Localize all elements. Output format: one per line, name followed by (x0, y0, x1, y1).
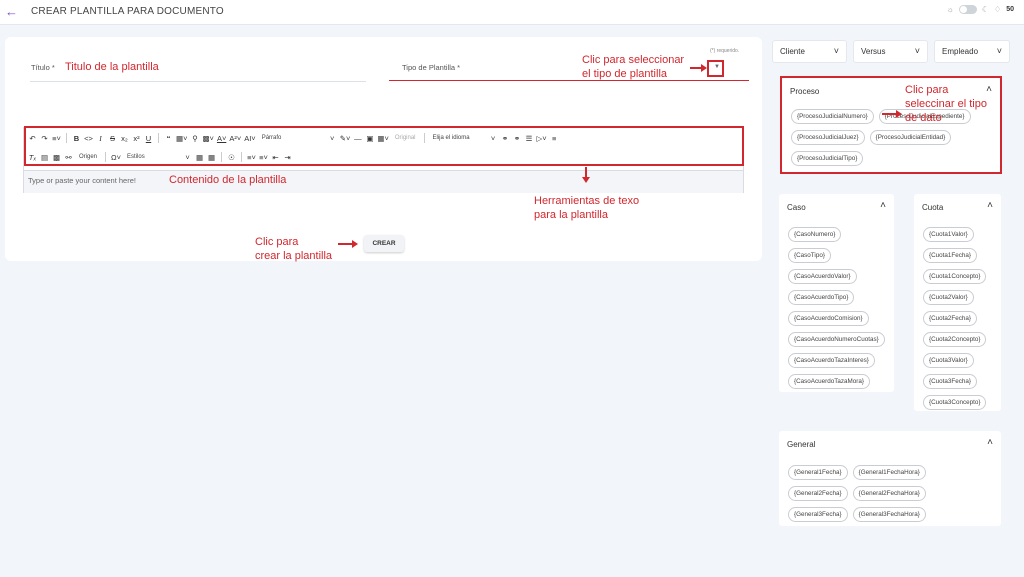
required-note: (*) requerido. (710, 48, 740, 54)
chip-cuota1-valor[interactable]: {Cuota1Valor} (923, 227, 974, 242)
arrow-left-icon[interactable]: ← (5, 4, 18, 19)
chip-cuota1-concepto[interactable]: {Cuota1Concepto} (923, 269, 987, 284)
caso-panel: Caso ˄ {CasoNumero} {CasoTipo} {CasoAcue… (779, 194, 894, 392)
cliente-dropdown[interactable]: Cliente ˅ (772, 40, 847, 63)
chip-caso-numero[interactable]: {CasoNumero} (788, 227, 842, 242)
annotation-crear-1: Clic para (255, 236, 299, 248)
cliente-label: Cliente (780, 47, 805, 56)
annotation-arrow (338, 243, 353, 245)
chip-cuota3-fecha[interactable]: {Cuota3Fecha} (923, 374, 978, 389)
chip-general3-fecha-hora[interactable]: {General3FechaHora} (852, 507, 926, 522)
create-button[interactable]: CREAR (364, 235, 404, 252)
theme-toggle[interactable] (958, 5, 977, 14)
general-chips: {General1Fecha} {General1FechaHora} {Gen… (788, 465, 958, 522)
chip-caso-acuerdo-taza-interes[interactable]: {CasoAcuerdoTazaInteres} (788, 353, 875, 368)
annotation-herramientas-1: Herramientas de texo (534, 195, 640, 207)
annotation-herramientas-2: para la plantilla (534, 209, 608, 221)
chip-cuota1-fecha[interactable]: {Cuota1Fecha} (923, 248, 978, 263)
cuota-title: Cuota (922, 203, 944, 212)
annotation-crear-2: crear la plantilla (255, 250, 333, 262)
chip-caso-acuerdo-comision[interactable]: {CasoAcuerdoComision} (788, 311, 869, 326)
chip-cuota2-valor[interactable]: {Cuota2Valor} (923, 290, 974, 305)
chevron-down-icon: ˅ (833, 46, 839, 56)
chip-general1-fecha[interactable]: {General1Fecha} (788, 465, 848, 480)
chip-general2-fecha[interactable]: {General2Fecha} (788, 486, 848, 501)
annotation-arrow-head (352, 240, 358, 248)
chevron-up-icon[interactable]: ˄ (880, 200, 886, 211)
annotation-dato-1: Clic para (905, 84, 949, 96)
chip-cuota2-concepto[interactable]: {Cuota2Concepto} (923, 332, 987, 347)
chip-caso-acuerdo-numero-cuotas[interactable]: {CasoAcuerdoNumeroCuotas} (788, 332, 885, 347)
sun-icon: ☼ (946, 5, 954, 14)
annotation-dato-3: de dato (905, 112, 942, 124)
chip-general1-fecha-hora[interactable]: {General1FechaHora} (852, 465, 926, 480)
page-title: CREAR PLANTILLA PARA DOCUMENTO (31, 6, 224, 17)
annotation-box-tipo (707, 60, 724, 77)
versus-dropdown[interactable]: Versus ˅ (853, 40, 928, 63)
chip-cuota3-concepto[interactable]: {Cuota3Concepto} (923, 395, 987, 410)
annotation-titulo: Titulo de la plantilla (65, 61, 159, 73)
annotation-arrow-head (582, 177, 590, 183)
versus-label: Versus (861, 47, 886, 56)
annotation-arrow-head (896, 110, 902, 118)
notification-count: 50 (1006, 6, 1014, 13)
chip-caso-acuerdo-tipo[interactable]: {CasoAcuerdoTipo} (788, 290, 855, 305)
chip-caso-acuerdo-valor[interactable]: {CasoAcuerdoValor} (788, 269, 857, 284)
chip-caso-tipo[interactable]: {CasoTipo} (788, 248, 831, 263)
annotation-arrow-head (701, 64, 707, 72)
moon-icon: ☾ (981, 5, 990, 14)
tipo-label: Tipo de Plantilla * (402, 63, 461, 72)
titulo-label: Título * (31, 63, 55, 72)
annotation-box-proceso (780, 76, 1002, 174)
cuota-chips: {Cuota1Valor} {Cuota1Fecha} {Cuota1Conce… (923, 227, 987, 410)
chip-caso-acuerdo-taza-mora[interactable]: {CasoAcuerdoTazaMora} (788, 374, 871, 389)
annotation-arrow (882, 113, 897, 115)
chip-general2-fecha-hora[interactable]: {General2FechaHora} (852, 486, 926, 501)
top-bar: ← CREAR PLANTILLA PARA DOCUMENTO ☼ ☾ ♢ 5… (0, 0, 1024, 25)
annotation-tipo-2: el tipo de plantilla (582, 68, 668, 80)
bell-icon[interactable]: ♢ (994, 5, 1001, 14)
chip-general3-fecha[interactable]: {General3Fecha} (788, 507, 848, 522)
chevron-up-icon[interactable]: ˄ (987, 437, 993, 448)
editor-content-area[interactable]: Type or paste your content here! (24, 170, 743, 193)
annotation-contenido: Contenido de la plantilla (169, 174, 287, 186)
tipo-select[interactable] (389, 80, 749, 81)
empleado-label: Empleado (942, 47, 979, 56)
annotation-tipo-1: Clic para seleccionar (582, 54, 685, 66)
general-panel: General ˄ {General1Fecha} {General1Fecha… (779, 431, 1001, 526)
annotation-box-toolbar (24, 126, 744, 166)
titulo-input[interactable] (30, 81, 366, 82)
chip-cuota3-valor[interactable]: {Cuota3Valor} (923, 353, 974, 368)
empleado-dropdown[interactable]: Empleado ˅ (934, 40, 1010, 63)
top-right-controls: ☼ ☾ ♢ 50 (947, 5, 1014, 14)
caso-chips: {CasoNumero} {CasoTipo} {CasoAcuerdoValo… (788, 227, 885, 389)
caso-title: Caso (787, 203, 806, 212)
general-title: General (787, 440, 816, 449)
chevron-up-icon[interactable]: ˄ (987, 200, 993, 211)
cuota-panel: Cuota ˄ {Cuota1Valor} {Cuota1Fecha} {Cuo… (914, 194, 1001, 411)
chip-cuota2-fecha[interactable]: {Cuota2Fecha} (923, 311, 978, 326)
chevron-down-icon: ˅ (914, 46, 920, 56)
chevron-down-icon: ˅ (996, 46, 1002, 56)
annotation-dato-2: seleccinar el tipo (905, 98, 987, 110)
